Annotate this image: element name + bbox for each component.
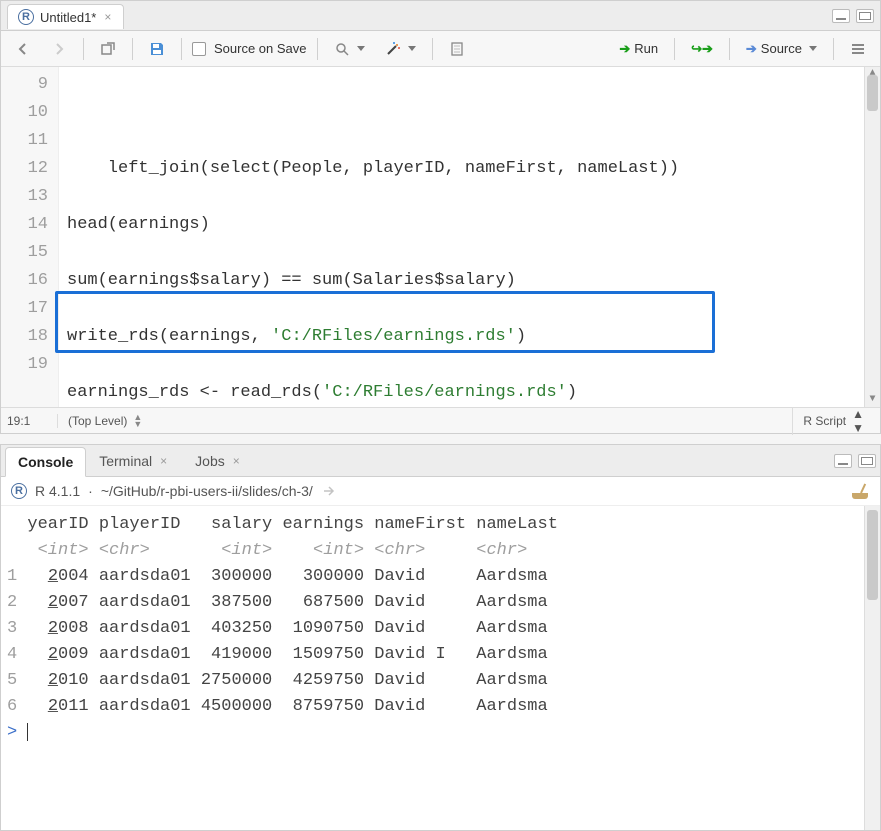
separator-dot: ·: [88, 483, 93, 499]
console-output[interactable]: yearID playerID salary earnings nameFirs…: [1, 506, 880, 830]
scope-selector[interactable]: (Top Level) ▲▼: [57, 414, 152, 428]
tab-console[interactable]: Console: [5, 447, 86, 477]
notebook-icon: [449, 41, 465, 57]
source-on-save-checkbox[interactable]: [192, 42, 206, 56]
compile-report-button[interactable]: [443, 38, 471, 60]
minimize-console-button[interactable]: [834, 454, 852, 468]
updown-icon: ▲▼: [852, 407, 864, 435]
close-tab-icon[interactable]: ×: [102, 10, 113, 24]
pane-window-controls: [832, 9, 874, 23]
minimize-pane-button[interactable]: [832, 9, 850, 23]
tab-jobs-label: Jobs: [195, 453, 225, 469]
back-button[interactable]: [9, 38, 37, 60]
source-pane: R Untitled1* × Source on Save: [0, 0, 881, 434]
code-editor[interactable]: 910111213141516171819 left_join(select(P…: [1, 67, 880, 407]
source-arrow-icon: ➔: [746, 41, 757, 57]
console-tabbar: Console Terminal × Jobs ×: [1, 445, 880, 477]
run-label: Run: [634, 41, 658, 56]
source-on-save-label: Source on Save: [214, 41, 307, 56]
tab-terminal[interactable]: Terminal ×: [86, 446, 182, 476]
r-file-icon: R: [18, 9, 34, 25]
file-tab-title: Untitled1*: [40, 10, 96, 25]
close-jobs-icon[interactable]: ×: [231, 454, 242, 468]
rerun-icon: ↪➔: [691, 41, 713, 57]
updown-icon: ▲▼: [133, 414, 142, 428]
outline-icon: [850, 41, 866, 57]
scope-label: (Top Level): [68, 414, 127, 428]
arrow-right-icon: [51, 41, 67, 57]
arrow-left-icon: [15, 41, 31, 57]
tab-terminal-label: Terminal: [99, 453, 152, 469]
language-selector[interactable]: R Script ▲▼: [792, 407, 874, 435]
forward-button[interactable]: [45, 38, 73, 60]
source-tabbar: R Untitled1* ×: [1, 1, 880, 31]
r-logo-icon: R: [11, 483, 27, 499]
outline-button[interactable]: [844, 38, 872, 60]
source-statusbar: 19:1 (Top Level) ▲▼ R Script ▲▼: [1, 407, 880, 433]
maximize-pane-button[interactable]: [856, 9, 874, 23]
source-label: Source: [761, 41, 802, 56]
console-pane: Console Terminal × Jobs × R R 4.1.1 · ~/…: [0, 444, 881, 831]
cursor-position: 19:1: [7, 414, 57, 428]
working-directory[interactable]: ~/GitHub/r-pbi-users-ii/slides/ch-3/: [101, 483, 313, 499]
scroll-thumb[interactable]: [867, 510, 878, 600]
dropdown-caret-icon: [809, 46, 817, 51]
popout-icon: [100, 41, 116, 57]
close-terminal-icon[interactable]: ×: [158, 454, 169, 468]
maximize-console-button[interactable]: [858, 454, 876, 468]
console-info: R R 4.1.1 · ~/GitHub/r-pbi-users-ii/slid…: [1, 477, 880, 506]
save-button[interactable]: [143, 38, 171, 60]
go-to-dir-icon[interactable]: [321, 483, 337, 499]
tab-console-label: Console: [18, 454, 73, 470]
find-button[interactable]: [328, 38, 371, 60]
language-label: R Script: [803, 414, 846, 428]
tab-jobs[interactable]: Jobs ×: [182, 446, 255, 476]
save-icon: [149, 41, 165, 57]
dropdown-caret-icon: [408, 46, 416, 51]
scroll-thumb[interactable]: [867, 75, 878, 111]
source-toolbar: Source on Save ➔ Run ↪➔ ➔ Source: [1, 31, 880, 67]
rerun-button[interactable]: ↪➔: [685, 38, 719, 60]
line-number-gutter: 910111213141516171819: [1, 67, 59, 407]
source-button[interactable]: ➔ Source: [740, 38, 823, 60]
editor-scrollbar[interactable]: ▲ ▼: [864, 67, 880, 407]
console-window-controls: [834, 454, 876, 468]
file-tab[interactable]: R Untitled1* ×: [7, 4, 124, 29]
code-tools-button[interactable]: [379, 38, 422, 60]
dropdown-caret-icon: [357, 46, 365, 51]
show-in-new-window-button[interactable]: [94, 38, 122, 60]
search-icon: [334, 41, 350, 57]
scroll-down-icon[interactable]: ▼: [865, 393, 880, 407]
run-button[interactable]: ➔ Run: [613, 38, 664, 60]
console-scrollbar[interactable]: [864, 506, 880, 830]
clear-console-icon[interactable]: [850, 483, 870, 499]
code-area[interactable]: left_join(select(People, playerID, nameF…: [59, 67, 880, 407]
wand-icon: [385, 41, 401, 57]
run-arrow-icon: ➔: [619, 41, 630, 57]
r-version: R 4.1.1: [35, 483, 80, 499]
